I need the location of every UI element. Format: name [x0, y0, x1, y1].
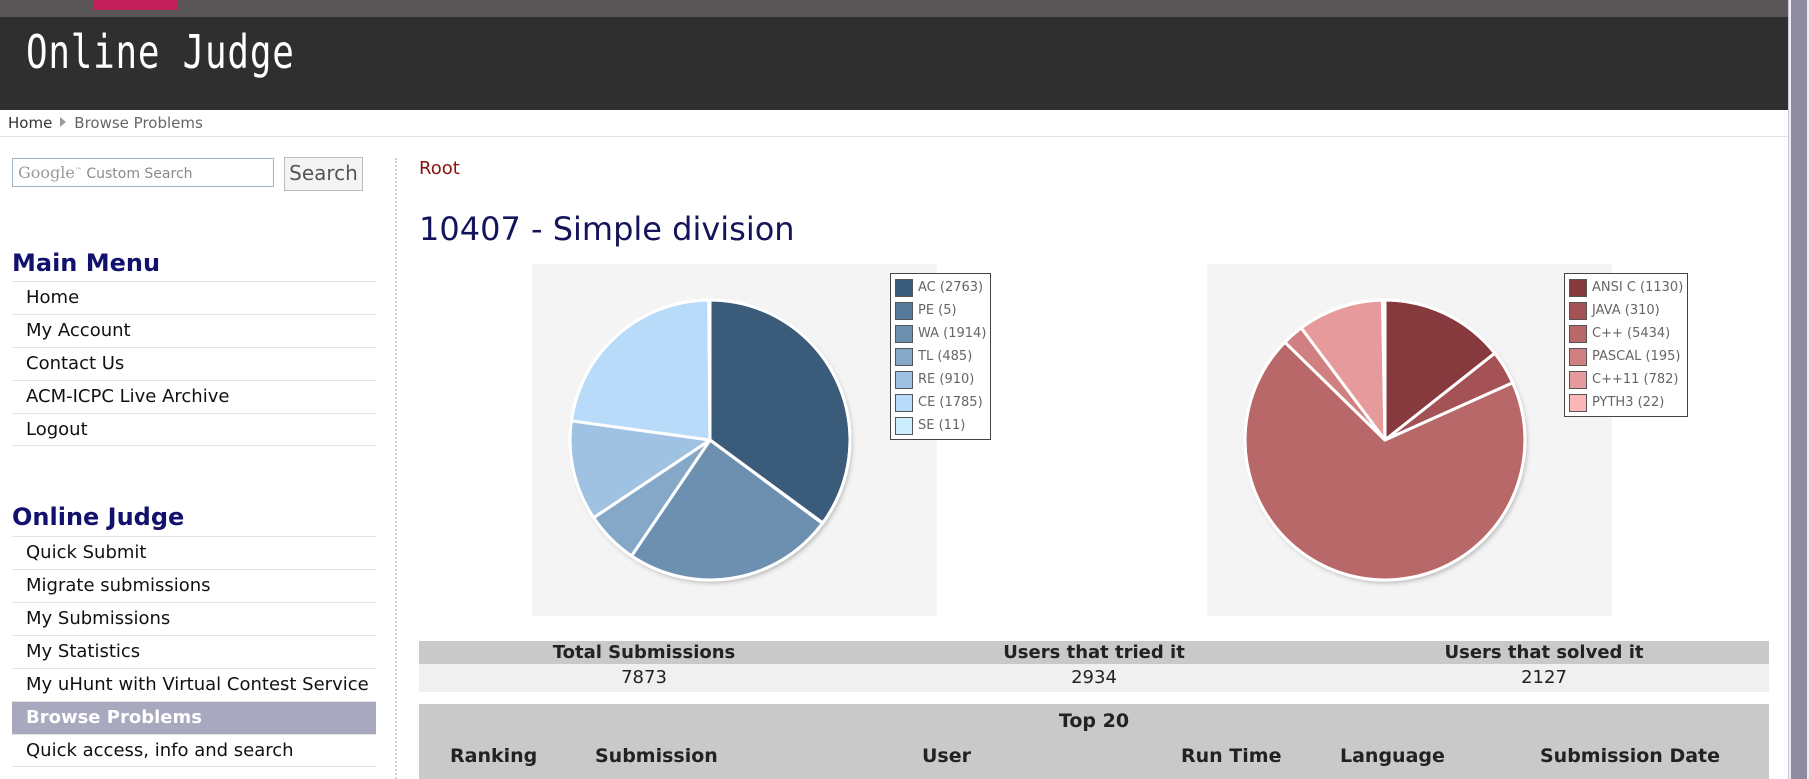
legend-label: PASCAL (195): [1592, 349, 1681, 364]
legend-label: PE (5): [918, 303, 957, 318]
scrollbar-thumb[interactable]: [1791, 0, 1807, 779]
main-menu-heading: Main Menu: [12, 249, 161, 277]
main-menu-item-my-account[interactable]: My Account: [12, 314, 376, 347]
col-user[interactable]: User: [922, 745, 971, 767]
legend-label: AC (2763): [918, 280, 984, 295]
legend-swatch: [1569, 370, 1587, 389]
top-accent-tab: [94, 0, 177, 10]
breadcrumb-divider: [0, 136, 1788, 137]
stats-header-total: Total Submissions: [552, 642, 736, 663]
verdict-pie-chart: AC (2763) PE (5) WA (1914) TL (485) RE (910)…: [532, 264, 992, 616]
legend-swatch: [895, 278, 913, 297]
legend-item: SE (11): [895, 414, 986, 437]
root-link[interactable]: Root: [419, 158, 460, 179]
legend-swatch: [895, 324, 913, 343]
problem-title: 10407 - Simple division: [419, 210, 795, 248]
legend-item: PE (5): [895, 299, 986, 322]
legend-swatch: [895, 347, 913, 366]
main-menu-item-home[interactable]: Home: [12, 281, 376, 314]
legend-item: CE (1785): [895, 391, 986, 414]
submission-stats-table: Total Submissions Users that tried it Us…: [419, 641, 1769, 692]
pie-slice-se: [707, 298, 712, 442]
legend-swatch: [895, 301, 913, 320]
legend-label: SE (11): [918, 418, 966, 433]
legend-label: ANSI C (1130): [1592, 280, 1684, 295]
google-brand: Google: [18, 163, 75, 182]
main-menu-item-logout[interactable]: Logout: [12, 413, 376, 446]
legend-swatch: [895, 393, 913, 412]
main-menu-item-acm-icpc-live-archive[interactable]: ACM-ICPC Live Archive: [12, 380, 376, 413]
legend-swatch: [1569, 324, 1587, 343]
legend-item: C++ (5434): [1569, 322, 1683, 345]
legend-label: PYTH3 (22): [1592, 395, 1665, 410]
main-menu-item-contact-us[interactable]: Contact Us: [12, 347, 376, 380]
stats-value-solved: 2127: [1521, 667, 1567, 688]
legend-swatch: [1569, 301, 1587, 320]
site-logo[interactable]: Online Judge: [26, 25, 295, 79]
online-judge-menu: Quick Submit Migrate submissions My Submis…: [12, 536, 376, 767]
legend-item: AC (2763): [895, 276, 986, 299]
legend-label: WA (1914): [918, 326, 987, 341]
language-pie-chart: ANSI C (1130) JAVA (310) C++ (5434) PASCAL …: [1207, 264, 1689, 616]
language-legend: ANSI C (1130) JAVA (310) C++ (5434) PASCAL …: [1564, 273, 1689, 417]
top20-title: Top 20: [1058, 710, 1130, 732]
legend-label: RE (910): [918, 372, 975, 387]
stats-value-total: 7873: [621, 667, 667, 688]
breadcrumb-current: Browse Problems: [74, 114, 203, 132]
oj-menu-item-my-uhunt-with-virtual-contest-service[interactable]: My uHunt with Virtual Contest Service: [12, 668, 376, 701]
legend-label: CE (1785): [918, 395, 983, 410]
site-header: Online Judge: [0, 17, 1788, 110]
search-placeholder: Custom Search: [86, 166, 193, 182]
stats-header-row: Total Submissions Users that tried it Us…: [419, 641, 1769, 664]
stats-header-solved: Users that solved it: [1444, 642, 1644, 663]
pie-slice-ce: [569, 298, 712, 442]
legend-item: TL (485): [895, 345, 986, 368]
main-menu: Home My Account Contact Us ACM-ICPC Live Ar…: [12, 281, 376, 446]
legend-swatch: [895, 370, 913, 389]
oj-menu-item-quick-submit[interactable]: Quick Submit: [12, 536, 376, 569]
oj-menu-item-quick-access-info-and-search[interactable]: Quick access, info and search: [12, 734, 376, 767]
legend-item: ANSI C (1130): [1569, 276, 1683, 299]
stats-header-tried: Users that tried it: [1003, 642, 1185, 663]
search-button[interactable]: Search: [284, 157, 363, 191]
legend-swatch: [1569, 347, 1587, 366]
oj-menu-item-migrate-submissions[interactable]: Migrate submissions: [12, 569, 376, 602]
breadcrumb-arrow-icon: [60, 117, 67, 127]
legend-label: JAVA (310): [1592, 303, 1660, 318]
verdict-legend: AC (2763) PE (5) WA (1914) TL (485) RE (910)…: [890, 273, 992, 440]
top20-table: Top 20 Ranking Submission User Run Time …: [419, 704, 1769, 779]
col-ranking[interactable]: Ranking: [450, 745, 537, 767]
breadcrumb-home[interactable]: Home: [8, 114, 52, 132]
legend-swatch: [1569, 278, 1587, 297]
col-language[interactable]: Language: [1340, 745, 1445, 767]
legend-label: TL (485): [918, 349, 973, 364]
stats-value-row: 7873 2934 2127: [419, 664, 1769, 692]
oj-menu-item-browse-problems[interactable]: Browse Problems: [12, 701, 376, 734]
language-pie-svg: [1243, 298, 1527, 582]
col-run-time[interactable]: Run Time: [1181, 745, 1281, 767]
legend-label: C++ (5434): [1592, 326, 1671, 341]
legend-label: C++11 (782): [1592, 372, 1679, 387]
oj-menu-item-my-statistics[interactable]: My Statistics: [12, 635, 376, 668]
legend-item: PYTH3 (22): [1569, 391, 1683, 414]
top-strip: [0, 0, 1788, 17]
legend-swatch: [895, 416, 913, 435]
legend-swatch: [1569, 393, 1587, 412]
breadcrumb: Home Browse Problems: [8, 114, 203, 132]
legend-item: JAVA (310): [1569, 299, 1683, 322]
legend-item: C++11 (782): [1569, 368, 1683, 391]
legend-item: PASCAL (195): [1569, 345, 1683, 368]
online-judge-heading: Online Judge: [12, 503, 185, 531]
column-divider: [395, 158, 397, 779]
oj-menu-item-my-submissions[interactable]: My Submissions: [12, 602, 376, 635]
legend-item: RE (910): [895, 368, 986, 391]
verdict-pie-svg: [568, 298, 852, 582]
col-submission[interactable]: Submission: [595, 745, 718, 767]
stats-value-tried: 2934: [1071, 667, 1117, 688]
legend-item: WA (1914): [895, 322, 986, 345]
search-input[interactable]: Google™ Custom Search: [12, 158, 274, 187]
col-submission-date[interactable]: Submission Date: [1540, 745, 1720, 767]
